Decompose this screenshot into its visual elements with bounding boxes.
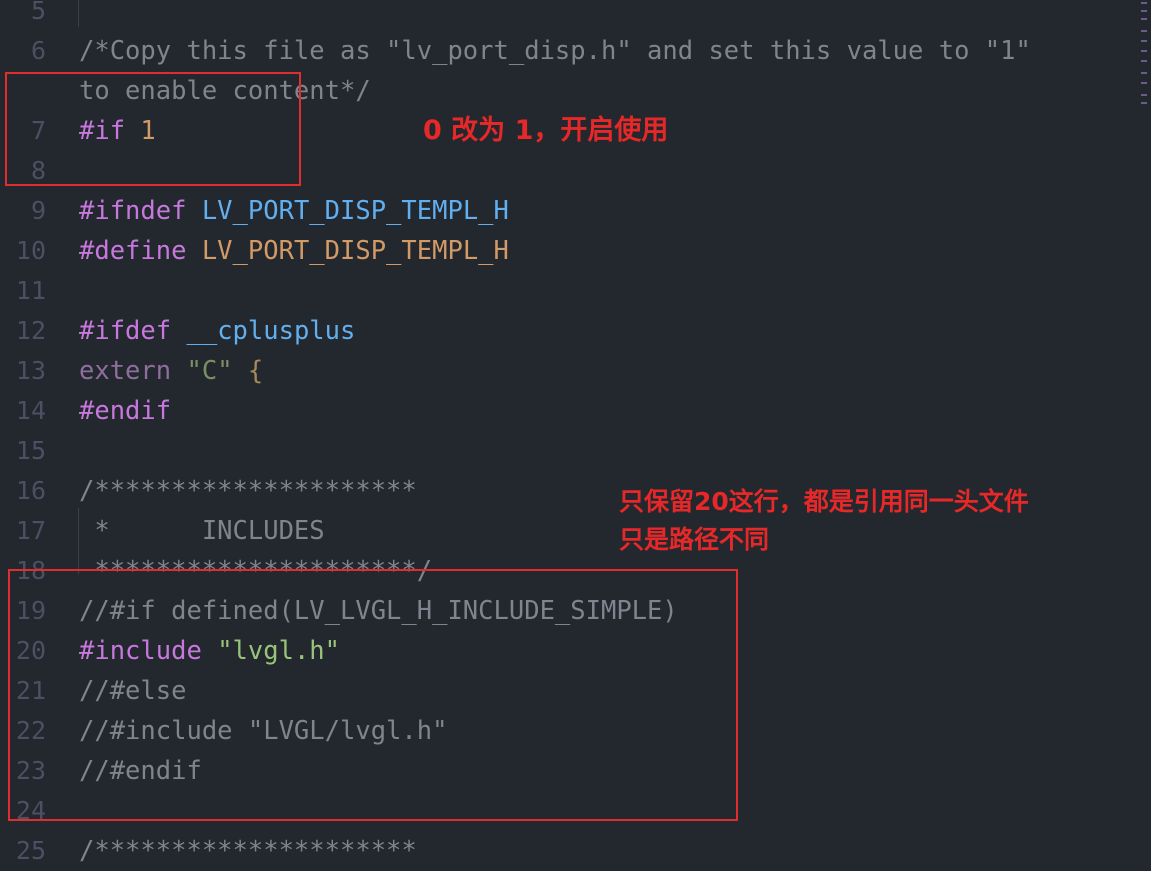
code-token: #define [79, 236, 187, 266]
code-line[interactable]: 12 #ifdef __cplusplus [0, 311, 1130, 351]
code-line[interactable]: 13 extern "C" { [0, 351, 1130, 391]
code-text: #ifndef LV_PORT_DISP_TEMPL_H [79, 191, 509, 231]
code-token: /********************* [79, 476, 417, 506]
minimap-mark [1141, 102, 1147, 104]
code-text: * INCLUDES [79, 511, 325, 551]
line-number: 15 [15, 436, 46, 465]
code-line[interactable]: 6 /*Copy this file as "lv_port_disp.h" an… [0, 31, 1130, 71]
line-number: 17 [15, 516, 46, 545]
code-line[interactable]: 11 [0, 271, 1130, 311]
annotation-note-include-line2: 只是路径不同 [619, 525, 770, 554]
code-text: extern "C" { [79, 351, 263, 391]
line-number: 9 [30, 196, 46, 225]
line-number: 25 [15, 836, 46, 865]
minimap-mark [1141, 82, 1147, 84]
code-token: "C" [186, 356, 233, 386]
code-token: { [247, 356, 264, 386]
code-text: /*Copy this file as "lv_port_disp.h" and… [79, 31, 1031, 71]
code-text: /********************* [79, 471, 417, 511]
code-token: #ifndef [79, 196, 187, 226]
minimap-mark [1141, 40, 1147, 42]
line-number: 10 [15, 236, 46, 265]
minimap-mark [1141, 50, 1147, 52]
line-number: 12 [15, 316, 46, 345]
line-number: 11 [15, 276, 46, 305]
minimap[interactable] [1141, 2, 1148, 106]
line-number: 14 [15, 396, 46, 425]
annotation-box-includes [8, 569, 738, 821]
line-number: 6 [30, 36, 46, 65]
code-token: * INCLUDES [79, 516, 325, 546]
minimap-mark [1141, 30, 1147, 32]
code-text: #define LV_PORT_DISP_TEMPL_H [79, 231, 509, 271]
code-token: #ifdef [79, 316, 172, 346]
minimap-mark [1141, 2, 1147, 4]
code-line[interactable]: 14 #endif [0, 391, 1130, 431]
minimap-mark [1141, 94, 1147, 96]
code-token: LV_PORT_DISP_TEMPL_H [201, 196, 509, 226]
annotation-note-enable: 0 改为 1，开启使用 [423, 115, 669, 146]
minimap-mark [1141, 72, 1147, 74]
code-line[interactable]: 10 #define LV_PORT_DISP_TEMPL_H [0, 231, 1130, 271]
code-text: #endif [79, 391, 171, 431]
code-text: /********************* [79, 831, 417, 871]
code-line[interactable]: 15 [0, 431, 1130, 471]
annotation-note-include-line1: 只保留20这行，都是引用同一头文件 [619, 487, 1029, 516]
code-text: #ifdef __cplusplus [79, 311, 355, 351]
code-token: LV_PORT_DISP_TEMPL_H [201, 236, 509, 266]
code-line[interactable]: 5 [0, 0, 1130, 31]
code-line[interactable]: 9 #ifndef LV_PORT_DISP_TEMPL_H [0, 191, 1130, 231]
line-number: 16 [15, 476, 46, 505]
code-token: __cplusplus [186, 316, 356, 346]
minimap-mark [1141, 18, 1147, 20]
line-number: 5 [30, 0, 46, 25]
code-token: extern [79, 356, 172, 386]
code-token: /*Copy this file as "lv_port_disp.h" and… [79, 36, 1031, 66]
code-token: #endif [79, 396, 172, 426]
code-line[interactable]: 25 /********************* [0, 831, 1130, 871]
minimap-mark [1141, 60, 1147, 62]
annotation-box-if [5, 72, 301, 186]
line-number: 13 [15, 356, 46, 385]
code-token: /********************* [79, 836, 417, 866]
minimap-mark [1141, 10, 1147, 12]
